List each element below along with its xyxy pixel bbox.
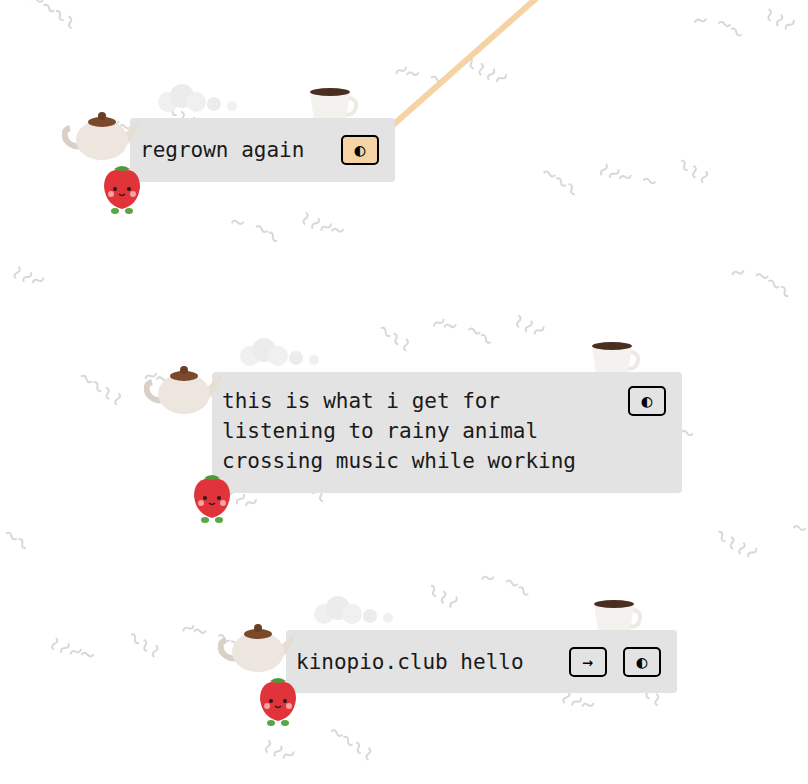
card-group: kinopio.club hello → ◐: [286, 630, 677, 693]
card-group: this is what i get for listening to rain…: [212, 372, 682, 493]
teapot-sticker-icon: [218, 618, 298, 676]
card-button[interactable]: ◐: [341, 135, 379, 165]
card-name[interactable]: this is what i get for listening to rain…: [222, 386, 607, 476]
card-button[interactable]: ◐: [628, 386, 666, 416]
card[interactable]: kinopio.club hello → ◐: [286, 630, 677, 693]
card-group: regrown again ◐: [130, 118, 395, 182]
strawberry-sticker-icon: [100, 163, 144, 215]
cloud-sticker-icon: [150, 80, 245, 116]
card-button[interactable]: →: [569, 647, 607, 677]
teapot-sticker-icon: [62, 106, 142, 164]
cloud-sticker-icon: [232, 334, 327, 370]
strawberry-sticker-icon: [190, 472, 234, 524]
teapot-sticker-icon: [144, 360, 224, 418]
card-button[interactable]: ◐: [623, 647, 661, 677]
strawberry-sticker-icon: [256, 675, 300, 727]
card[interactable]: regrown again ◐: [130, 118, 395, 182]
canvas[interactable]: regrown again ◐ this is what i get for lis…: [0, 0, 808, 784]
card[interactable]: this is what i get for listening to rain…: [212, 372, 682, 493]
card-name[interactable]: regrown again: [140, 135, 304, 165]
card-name[interactable]: kinopio.club hello: [296, 647, 524, 677]
cloud-sticker-icon: [306, 592, 401, 628]
